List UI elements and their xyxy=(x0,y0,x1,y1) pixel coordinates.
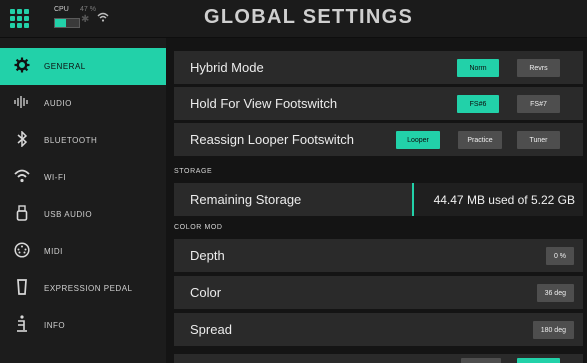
cpu-percent: 47 % xyxy=(80,6,96,13)
page-title: GLOBAL SETTINGS xyxy=(204,6,414,28)
spread-value[interactable]: 180 deg xyxy=(532,321,574,339)
setting-row-hybrid-mode: Hybrid Mode Norm Revrs xyxy=(174,51,583,84)
spread-label: Spread xyxy=(190,322,232,337)
partial-option-button[interactable] xyxy=(461,358,501,363)
sidebar: GENERAL AUDIO BLUETOOTH WI-FI USB AUDIO … xyxy=(0,38,166,363)
cpu-bar-fill xyxy=(55,19,67,27)
hold-for-view-label: Hold For View Footswitch xyxy=(190,96,338,111)
gear-icon xyxy=(0,57,44,77)
sidebar-item-audio[interactable]: AUDIO xyxy=(0,85,166,122)
bluetooth-icon xyxy=(0,129,44,151)
waveform-icon xyxy=(0,95,44,113)
depth-label: Depth xyxy=(190,248,225,263)
cpu-label: CPU xyxy=(54,6,69,13)
sidebar-item-midi[interactable]: MIDI xyxy=(0,233,166,270)
partial-option-button-active[interactable] xyxy=(517,358,560,363)
header-bar: CPU 47 % ✱ GLOBAL SETTINGS xyxy=(0,0,587,38)
remaining-storage-value: 44.47 MB used of 5.22 GB xyxy=(412,183,583,216)
sidebar-label-usb-audio: USB AUDIO xyxy=(44,210,93,219)
sidebar-label-info: INFO xyxy=(44,321,66,330)
storage-section-label: STORAGE xyxy=(174,168,213,175)
setting-row-hold-for-view: Hold For View Footswitch FS#6 FS#7 xyxy=(174,87,583,120)
hybrid-mode-label: Hybrid Mode xyxy=(190,60,264,75)
info-icon xyxy=(0,314,44,337)
setting-row-spread[interactable]: Spread 180 deg xyxy=(174,313,583,346)
sidebar-label-general: GENERAL xyxy=(44,62,86,71)
remaining-storage-label: Remaining Storage xyxy=(190,192,302,207)
midi-icon xyxy=(0,241,44,262)
settings-panel: Hybrid Mode Norm Revrs Hold For View Foo… xyxy=(166,38,587,363)
sidebar-item-wifi[interactable]: WI-FI xyxy=(0,159,166,196)
color-value[interactable]: 36 deg xyxy=(536,284,574,302)
sidebar-label-wifi: WI-FI xyxy=(44,173,67,182)
setting-row-depth[interactable]: Depth 0 % xyxy=(174,239,583,272)
cpu-bar xyxy=(54,18,80,28)
usb-icon xyxy=(0,204,44,225)
color-label: Color xyxy=(190,285,222,300)
depth-value[interactable]: 0 % xyxy=(545,247,574,265)
setting-row-remaining-storage: Remaining Storage 44.47 MB used of 5.22 … xyxy=(174,183,583,216)
sidebar-item-bluetooth[interactable]: BLUETOOTH xyxy=(0,122,166,159)
expression-pedal-icon xyxy=(0,278,44,299)
wifi-icon xyxy=(0,169,44,187)
home-grid-icon[interactable] xyxy=(10,9,32,29)
hold-view-fs7-button[interactable]: FS#7 xyxy=(517,95,560,113)
practice-option-button[interactable]: Practice xyxy=(458,131,502,149)
sidebar-label-audio: AUDIO xyxy=(44,99,72,108)
sidebar-item-expression-pedal[interactable]: EXPRESSION PEDAL xyxy=(0,270,166,307)
hybrid-mode-norm-button[interactable]: Norm xyxy=(457,59,499,77)
tuner-option-button[interactable]: Tuner xyxy=(517,131,560,149)
hybrid-mode-revrs-button[interactable]: Revrs xyxy=(517,59,560,77)
sidebar-item-usb-audio[interactable]: USB AUDIO xyxy=(0,196,166,233)
setting-row-reassign-looper: Reassign Looper Footswitch Looper Practi… xyxy=(174,123,583,156)
sidebar-label-midi: MIDI xyxy=(44,247,63,256)
sidebar-label-expression-pedal: EXPRESSION PEDAL xyxy=(44,284,133,293)
color-mod-section-label: COLOR MOD xyxy=(174,224,223,231)
setting-row-partial xyxy=(174,354,583,363)
reassign-looper-label: Reassign Looper Footswitch xyxy=(190,132,355,147)
sidebar-label-bluetooth: BLUETOOTH xyxy=(44,136,98,145)
hold-view-fs6-button[interactable]: FS#6 xyxy=(457,95,499,113)
looper-option-button[interactable]: Looper xyxy=(396,131,440,149)
sidebar-item-general[interactable]: GENERAL xyxy=(0,48,166,85)
sidebar-item-info[interactable]: INFO xyxy=(0,307,166,344)
setting-row-color[interactable]: Color 36 deg xyxy=(174,276,583,309)
wifi-status-icon xyxy=(97,12,109,25)
bluetooth-status-icon: ✱ xyxy=(81,14,90,25)
